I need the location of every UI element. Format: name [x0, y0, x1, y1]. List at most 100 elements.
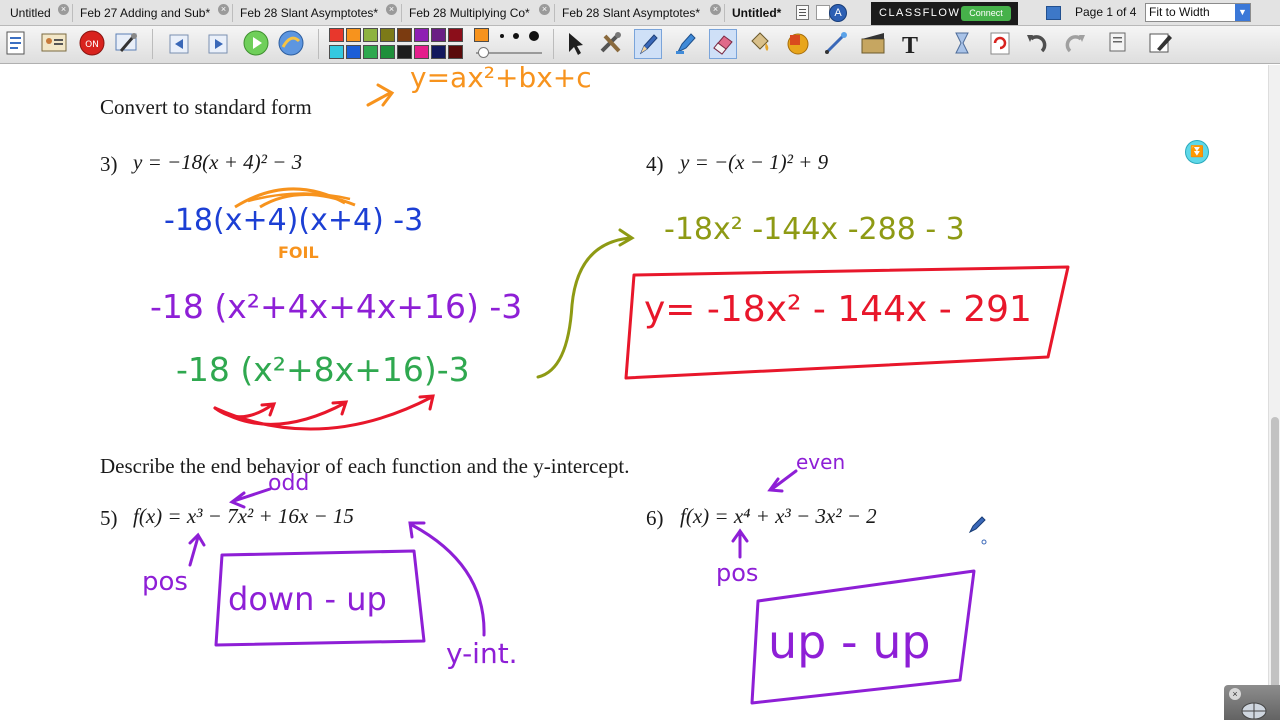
- tab-untitled-1[interactable]: Untitled: [2, 3, 51, 23]
- tools-settings-icon[interactable]: [113, 29, 141, 59]
- tab-label: Untitled*: [732, 6, 782, 20]
- color-swatch[interactable]: [346, 45, 361, 59]
- desktop-annotate-icon[interactable]: [40, 29, 68, 59]
- tab-feb28-multiplying[interactable]: Feb 28 Multiplying Co*: [401, 3, 530, 23]
- color-swatch[interactable]: [380, 45, 395, 59]
- color-swatch[interactable]: [431, 28, 446, 42]
- main-toolbar: ON T: [0, 26, 1280, 64]
- tab-close-icon[interactable]: ×: [386, 4, 397, 15]
- toolbar-separator: [553, 29, 554, 59]
- tab-untitled-active[interactable]: Untitled*: [724, 3, 781, 23]
- tab-close-icon[interactable]: ×: [218, 4, 229, 15]
- tab-feb28-slant-1[interactable]: Feb 28 Slant Asymptotes*: [232, 3, 378, 23]
- reset-page-icon[interactable]: [986, 29, 1014, 59]
- tab-bar: Untitled × Feb 27 Adding and Sub* × Feb …: [0, 0, 1280, 26]
- end-behavior-box-6: [750, 569, 976, 705]
- color-swatch[interactable]: [448, 28, 463, 42]
- select-arrow-icon[interactable]: [561, 29, 589, 59]
- floating-tool-panel[interactable]: ×: [1224, 685, 1280, 720]
- tab-label: Feb 28 Multiplying Co*: [409, 6, 530, 20]
- scrollbar-thumb[interactable]: [1271, 417, 1279, 707]
- tab-options-icon[interactable]: [816, 5, 830, 20]
- classflow-connect-button[interactable]: Connect: [961, 6, 1011, 21]
- tab-label: Feb 27 Adding and Sub*: [80, 6, 211, 20]
- eraser-icon[interactable]: [709, 29, 737, 59]
- highlighter-icon[interactable]: [672, 29, 700, 59]
- arrow-pos-5: [188, 532, 206, 567]
- play-icon[interactable]: [242, 29, 270, 59]
- undo-icon[interactable]: [1022, 29, 1050, 59]
- undo-last-action-icon[interactable]: [948, 29, 976, 59]
- tab-close-icon[interactable]: ×: [539, 4, 550, 15]
- customize-toolbox-icon[interactable]: [1147, 29, 1175, 59]
- media-icon[interactable]: [859, 29, 887, 59]
- resource-browser-icon[interactable]: [277, 29, 305, 59]
- color-swatch[interactable]: [346, 28, 361, 42]
- ink-strokes: [188, 83, 1070, 705]
- color-swatch[interactable]: [363, 28, 378, 42]
- color-swatch[interactable]: [414, 45, 429, 59]
- svg-text:T: T: [902, 33, 918, 57]
- arrow-even: [767, 469, 798, 493]
- pen-width-slider-handle[interactable]: [478, 47, 489, 58]
- pen-width-large[interactable]: [529, 31, 539, 41]
- arrow-odd: [229, 487, 272, 509]
- cursor-dot: [981, 539, 987, 545]
- color-swatch[interactable]: [329, 45, 344, 59]
- tab-close-icon[interactable]: ×: [710, 4, 721, 15]
- promethean-logo-icon[interactable]: A: [829, 4, 847, 22]
- clear-icon[interactable]: ON: [78, 29, 106, 59]
- redo-icon[interactable]: [1062, 29, 1090, 59]
- fill-bucket-icon[interactable]: [746, 29, 774, 59]
- color-swatch[interactable]: [431, 45, 446, 59]
- current-pen-color-swatch[interactable]: [474, 28, 489, 42]
- tab-label: Feb 28 Slant Asymptotes*: [240, 6, 379, 20]
- tab-label: Feb 28 Slant Asymptotes*: [562, 6, 701, 20]
- color-swatch[interactable]: [329, 28, 344, 42]
- color-swatch[interactable]: [380, 28, 395, 42]
- page-notes-icon[interactable]: [1107, 29, 1135, 59]
- color-swatch[interactable]: [397, 28, 412, 42]
- classflow-logo: CLASSFLOW: [879, 7, 961, 19]
- svg-text:ON: ON: [85, 40, 99, 50]
- previous-page-icon[interactable]: [166, 29, 194, 59]
- connector-icon[interactable]: [822, 29, 850, 59]
- chevron-down-icon[interactable]: ▼: [1235, 4, 1250, 21]
- answer-box: [624, 265, 1070, 380]
- activinspire-window: Untitled × Feb 27 Adding and Sub* × Feb …: [0, 0, 1280, 720]
- zoom-select[interactable]: Fit to Width ▼: [1145, 3, 1251, 22]
- collapse-toolbox-icon[interactable]: ⏬: [1185, 140, 1209, 164]
- color-swatch[interactable]: [414, 28, 429, 42]
- main-menu-icon[interactable]: [4, 29, 32, 59]
- text-icon[interactable]: T: [896, 29, 924, 59]
- pen-width-medium[interactable]: [513, 33, 519, 39]
- color-swatch[interactable]: [363, 45, 378, 59]
- pen-icon[interactable]: [634, 29, 662, 59]
- tab-label: Untitled: [10, 6, 51, 20]
- pen-cursor-icon: [968, 516, 986, 534]
- pen-width-small[interactable]: [500, 34, 504, 38]
- toolbar-separator: [318, 29, 319, 59]
- tab-feb28-slant-2[interactable]: Feb 28 Slant Asymptotes*: [554, 3, 700, 23]
- tab-list-icon[interactable]: [796, 5, 809, 20]
- color-swatch[interactable]: [397, 45, 412, 59]
- shape-icon[interactable]: [784, 29, 812, 59]
- classflow-panel: CLASSFLOW Connect: [871, 2, 1018, 25]
- page-browser-icon[interactable]: [1046, 6, 1061, 20]
- distribute-arrow-2: [213, 400, 349, 426]
- arrow-to-standard-form: [366, 83, 395, 107]
- tab-feb27-adding[interactable]: Feb 27 Adding and Sub*: [72, 3, 210, 23]
- arrow-to-problem-4: [536, 228, 635, 379]
- tools-icon[interactable]: [597, 29, 625, 59]
- tab-close-icon[interactable]: ×: [58, 4, 69, 15]
- page-indicator: Page 1 of 4: [1075, 5, 1137, 19]
- toolbar-separator: [152, 29, 153, 59]
- end-behavior-box-5: [214, 549, 426, 647]
- next-page-icon[interactable]: [205, 29, 233, 59]
- zoom-selected-value: Fit to Width: [1149, 5, 1210, 19]
- vertical-scrollbar[interactable]: [1268, 65, 1280, 720]
- globe-icon: [1241, 702, 1267, 719]
- flipchart-canvas[interactable]: Convert to standard form 3) y = −18(x + …: [0, 65, 1268, 720]
- arrow-pos-6: [731, 528, 749, 559]
- color-swatch[interactable]: [448, 45, 463, 59]
